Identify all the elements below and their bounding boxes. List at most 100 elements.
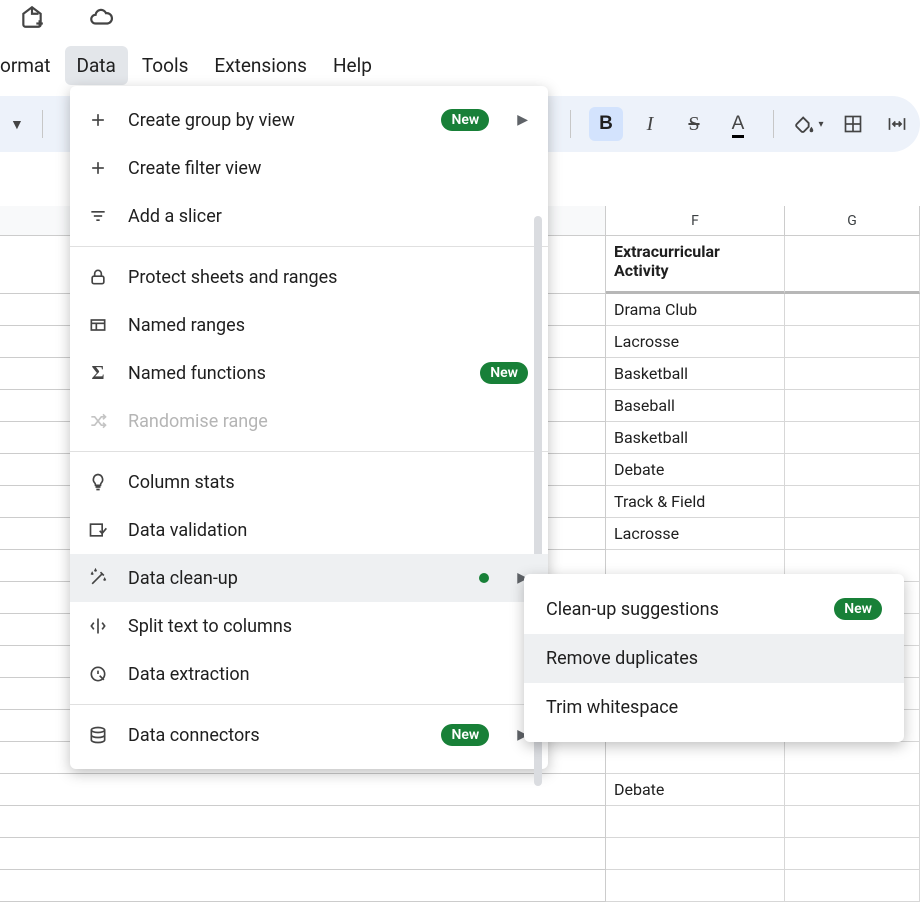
cell[interactable] [785,774,920,806]
cell[interactable] [785,518,920,550]
cell[interactable] [606,870,785,902]
menu-label: Create group by view [128,110,295,131]
submenu-arrow-icon: ▶ [517,112,528,128]
validation-icon [86,518,110,542]
cell[interactable]: Debate [606,454,785,486]
menu-label: Split text to columns [128,616,292,637]
menu-label: Data validation [128,520,247,541]
menu-add-slicer[interactable]: Add a slicer [70,192,548,240]
menu-extensions[interactable]: Extensions [202,46,319,85]
cell[interactable] [785,486,920,518]
plus-icon [86,156,110,180]
column-header-g[interactable]: G [785,206,920,236]
menu-randomise-range: Randomise range [70,397,548,445]
cell[interactable]: Lacrosse [606,326,785,358]
cell[interactable] [785,390,920,422]
table-row [0,806,920,838]
cell[interactable] [785,742,920,774]
plus-icon [86,108,110,132]
cell[interactable] [785,806,920,838]
submenu-label: Remove duplicates [546,648,698,669]
cell[interactable] [606,806,785,838]
borders-button[interactable] [836,107,870,141]
lightbulb-icon [86,470,110,494]
bold-button[interactable]: B [589,107,623,141]
extract-icon [86,662,110,686]
cell[interactable] [785,358,920,390]
share-doc-icon[interactable] [18,4,46,34]
text-color-button[interactable]: A [721,107,755,141]
menu-label: Data clean-up [128,568,238,589]
submenu-trim-whitespace[interactable]: Trim whitespace [524,683,904,732]
new-badge: New [441,109,489,131]
menu-label: Data extraction [128,664,250,685]
table-row: Debate [0,774,920,806]
wand-icon [86,566,110,590]
italic-button[interactable]: I [633,107,667,141]
named-ranges-icon [86,313,110,337]
menu-data-connectors[interactable]: Data connectors New ▶ [70,711,548,759]
new-badge: New [480,362,528,384]
cell[interactable]: Lacrosse [606,518,785,550]
shuffle-icon [86,409,110,433]
menu-data-validation[interactable]: Data validation [70,506,548,554]
menu-column-stats[interactable]: Column stats [70,458,548,506]
submenu-label: Clean-up suggestions [546,599,719,620]
database-icon [86,723,110,747]
cell[interactable]: Baseball [606,390,785,422]
merge-button[interactable] [880,107,914,141]
cell[interactable] [785,326,920,358]
menu-named-functions[interactable]: Σ Named functions New [70,349,548,397]
menu-label: Column stats [128,472,235,493]
menu-help[interactable]: Help [321,46,384,85]
cell[interactable] [785,294,920,326]
data-cleanup-submenu: Clean-up suggestions New Remove duplicat… [524,574,904,742]
menu-label: Named functions [128,363,266,384]
cell[interactable]: Drama Club [606,294,785,326]
cell[interactable]: Basketball [606,358,785,390]
table-row [0,838,920,870]
strikethrough-button[interactable]: S [677,107,711,141]
split-icon [86,614,110,638]
menu-label: Protect sheets and ranges [128,267,337,288]
menu-split-text[interactable]: Split text to columns [70,602,548,650]
cell[interactable] [785,422,920,454]
cloud-saved-icon[interactable] [86,4,116,34]
menu-label: Add a slicer [128,206,222,227]
menu-label: Randomise range [128,411,268,432]
cell[interactable]: Track & Field [606,486,785,518]
indicator-dot [479,573,489,583]
menu-label: Named ranges [128,315,245,336]
submenu-remove-duplicates[interactable]: Remove duplicates [524,634,904,683]
submenu-cleanup-suggestions[interactable]: Clean-up suggestions New [524,584,904,634]
menu-named-ranges[interactable]: Named ranges [70,301,548,349]
new-badge: New [441,724,489,746]
cell[interactable] [606,838,785,870]
menu-label: Data connectors [128,725,260,746]
menubar: ormat Data Tools Extensions Help [0,46,384,85]
cell[interactable] [785,454,920,486]
menu-data[interactable]: Data [65,46,128,85]
menu-data-cleanup[interactable]: Data clean-up ▶ [70,554,548,602]
cell[interactable] [785,870,920,902]
menu-data-extraction[interactable]: Data extraction [70,650,548,698]
sigma-icon: Σ [86,361,110,385]
cell[interactable] [785,838,920,870]
menu-create-group-by-view[interactable]: Create group by view New ▶ [70,96,548,144]
cell[interactable] [606,742,785,774]
menu-tools[interactable]: Tools [130,46,201,85]
fill-color-button[interactable]: ▾ [792,107,826,141]
slicer-icon [86,204,110,228]
column-header-f[interactable]: F [606,206,785,236]
data-menu-dropdown: Create group by view New ▶ Create filter… [70,86,548,769]
cell[interactable]: Basketball [606,422,785,454]
table-row [0,870,920,902]
new-badge: New [834,598,882,620]
menu-protect-sheets[interactable]: Protect sheets and ranges [70,253,548,301]
cell[interactable]: Debate [606,774,785,806]
header-cell-extracurricular[interactable]: Extracurricular Activity [606,236,785,294]
menu-create-filter-view[interactable]: Create filter view [70,144,548,192]
submenu-label: Trim whitespace [546,697,678,718]
menu-format[interactable]: ormat [0,46,63,85]
chevron-down-icon[interactable]: ▼ [10,116,24,133]
